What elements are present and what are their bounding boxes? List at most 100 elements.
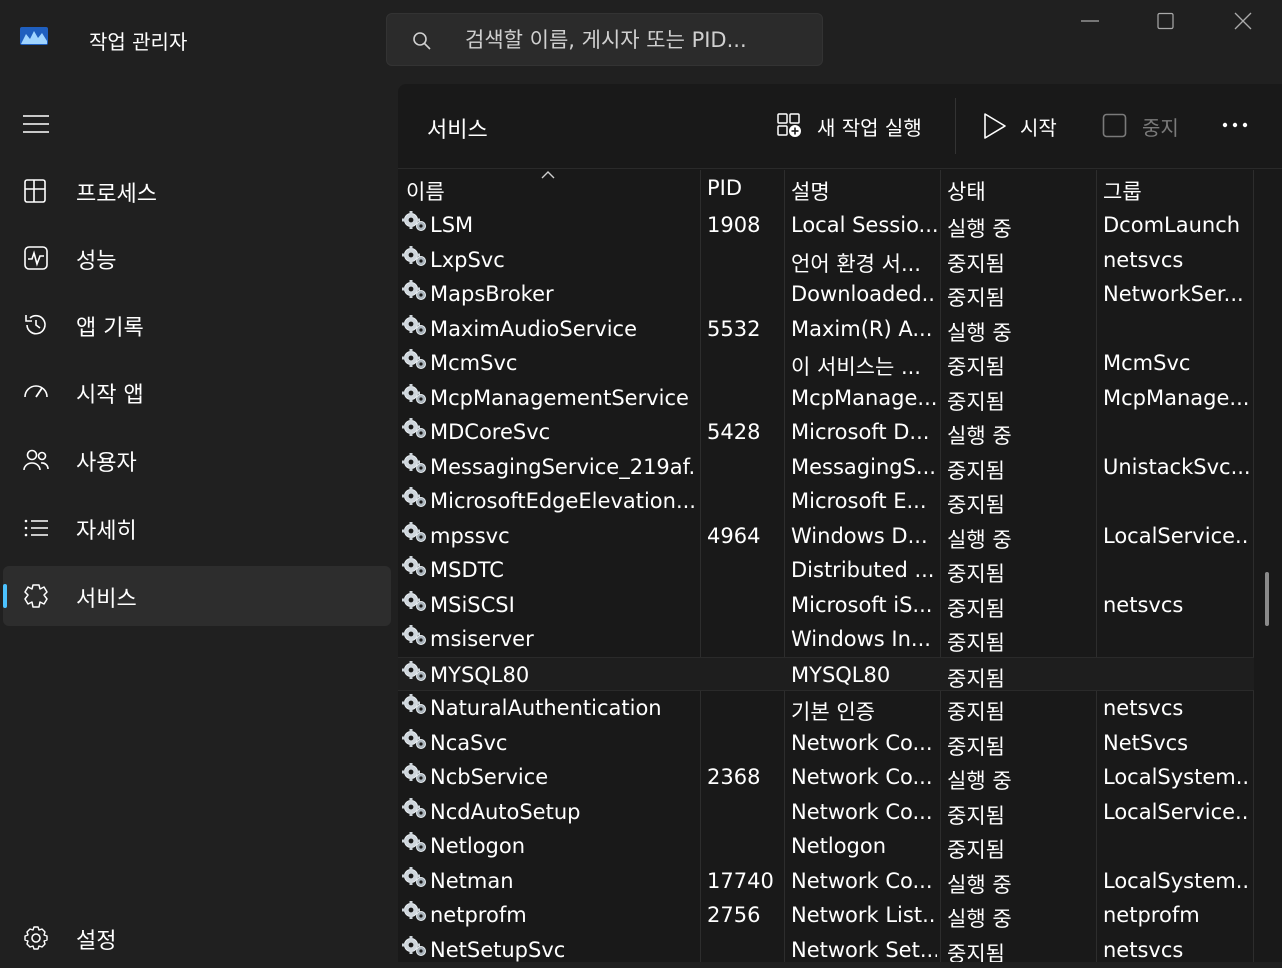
group-cell: UnistackSvc... bbox=[1103, 454, 1249, 479]
sidebar-item-label: 자세히 bbox=[76, 519, 137, 544]
group-cell: netsvcs bbox=[1103, 247, 1184, 272]
search-box[interactable] bbox=[386, 13, 823, 66]
table-row[interactable]: NaturalAuthentication 기본 인증 중지됨 netsvcs bbox=[398, 691, 1254, 726]
table-row[interactable]: MYSQL80 MYSQL80 중지됨 bbox=[398, 656, 1254, 691]
status-cell: 중지됨 bbox=[947, 803, 1005, 828]
sidebar-item-details[interactable]: 자세히 bbox=[3, 498, 391, 558]
sidebar-item-startup-apps[interactable]: 시작 앱 bbox=[3, 362, 391, 422]
table-row[interactable]: NcbService 2368 Network Co... 실행 중 LocalSyst… bbox=[398, 760, 1254, 795]
close-icon bbox=[1234, 12, 1252, 30]
service-gear-icon bbox=[402, 660, 426, 681]
sidebar-item-users[interactable]: 사용자 bbox=[3, 430, 391, 490]
task-manager-logo-icon bbox=[20, 27, 48, 45]
table-row[interactable]: NetSetupSvc Network Set... 중지됨 netsvcs bbox=[398, 933, 1254, 963]
table-row[interactable]: MapsBroker Downloaded... 중지됨 NetworkSer... bbox=[398, 277, 1254, 312]
status-cell: 실행 중 bbox=[947, 527, 1012, 552]
group-cell: DcomLaunch bbox=[1103, 213, 1241, 237]
service-name-cell: netprofm bbox=[430, 903, 527, 927]
description-cell: Local Sessio... bbox=[791, 213, 937, 237]
sidebar-item-processes[interactable]: 프로세스 bbox=[3, 161, 391, 221]
group-cell: NetworkSer... bbox=[1103, 282, 1244, 306]
processes-icon bbox=[24, 179, 46, 203]
table-row[interactable]: Netlogon Netlogon 중지됨 bbox=[398, 829, 1254, 864]
table-row[interactable]: Netman 17740 Network Co... 실행 중 LocalSystem.… bbox=[398, 864, 1254, 899]
table-row[interactable]: LxpSvc 언어 환경 서... 중지됨 netsvcs bbox=[398, 243, 1254, 278]
pid-cell: 17740 bbox=[707, 868, 774, 893]
table-row[interactable]: MSDTC Distributed ... 중지됨 bbox=[398, 553, 1254, 588]
service-name-cell: McmSvc bbox=[430, 351, 518, 375]
sidebar-item-services[interactable]: 서비스 bbox=[3, 566, 391, 626]
column-header-status[interactable]: 상태 bbox=[941, 170, 1096, 208]
vertical-scrollbar[interactable] bbox=[1265, 572, 1269, 626]
stop-service-label: 중지 bbox=[1142, 116, 1179, 140]
group-cell: netprofm bbox=[1103, 903, 1200, 927]
sidebar-item-app-history[interactable]: 앱 기록 bbox=[3, 295, 391, 355]
status-cell: 실행 중 bbox=[947, 872, 1012, 897]
table-row[interactable]: MSiSCSI Microsoft iS... 중지됨 netsvcs bbox=[398, 588, 1254, 623]
maximize-button[interactable] bbox=[1128, 0, 1204, 44]
sidebar-item-settings[interactable]: 설정 bbox=[3, 908, 391, 968]
stop-service-button[interactable]: 중지 bbox=[1102, 106, 1192, 146]
table-row[interactable]: MDCoreSvc 5428 Microsoft D... 실행 중 bbox=[398, 415, 1254, 450]
column-header-description[interactable]: 설명 bbox=[785, 170, 940, 208]
table-row[interactable]: MaximAudioService 5532 Maxim(R) A... 실행 중 bbox=[398, 312, 1254, 347]
status-cell: 중지됨 bbox=[947, 355, 1005, 379]
status-cell: 중지됨 bbox=[947, 631, 1005, 655]
service-name-cell: Netlogon bbox=[430, 834, 526, 858]
table-row[interactable]: LSM 1908 Local Sessio... 실행 중 DcomLaunch bbox=[398, 208, 1254, 243]
minimize-icon bbox=[1081, 20, 1099, 22]
services-table: 이름 PID 설명 상태 그룹 LSM 1908 Local Sessio... 실행… bbox=[398, 170, 1282, 962]
stop-icon bbox=[1102, 113, 1127, 138]
table-row[interactable]: McpManagementService McpManage... 중지됨 McpMa… bbox=[398, 381, 1254, 416]
start-service-button[interactable]: 시작 bbox=[982, 106, 1072, 146]
service-gear-icon bbox=[402, 383, 426, 404]
description-cell: Microsoft D... bbox=[791, 420, 930, 444]
service-gear-icon bbox=[402, 832, 426, 852]
service-gear-icon bbox=[402, 728, 426, 749]
table-row[interactable]: McmSvc 이 서비스는 ... 중지됨 McmSvc bbox=[398, 346, 1254, 381]
service-gear-icon bbox=[402, 452, 426, 473]
minimize-button[interactable] bbox=[1052, 0, 1128, 44]
status-cell: 중지됨 bbox=[947, 458, 1005, 483]
group-cell: LocalSystem... bbox=[1103, 868, 1249, 893]
more-options-button[interactable] bbox=[1220, 106, 1260, 146]
status-cell: 실행 중 bbox=[947, 320, 1012, 345]
run-new-task-button[interactable]: 새 작업 실행 bbox=[776, 106, 936, 146]
sidebar-item-label: 사용자 bbox=[76, 451, 137, 476]
column-header-name[interactable]: 이름 bbox=[398, 170, 700, 208]
service-gear-icon bbox=[402, 935, 426, 956]
column-header-pid[interactable]: PID bbox=[701, 170, 784, 208]
menu-toggle-button[interactable] bbox=[8, 102, 64, 146]
sidebar-item-performance[interactable]: 성능 bbox=[3, 228, 391, 288]
search-input[interactable] bbox=[465, 14, 805, 65]
pid-cell: 4964 bbox=[707, 523, 761, 548]
table-row[interactable]: MicrosoftEdgeElevation... Microsoft E... 중… bbox=[398, 484, 1254, 519]
hamburger-icon bbox=[23, 115, 49, 133]
status-cell: 중지됨 bbox=[947, 251, 1005, 276]
services-panel: 서비스 새 작업 실행 시작 중지 이름 PID 설명 상태 그룹 LSM 19… bbox=[398, 84, 1282, 962]
status-cell: 실행 중 bbox=[947, 217, 1012, 241]
table-row[interactable]: msiserver Windows In... 중지됨 bbox=[398, 622, 1254, 657]
table-row[interactable]: NcdAutoSetup Network Co... 중지됨 LocalService… bbox=[398, 795, 1254, 830]
sort-ascending-icon bbox=[541, 171, 555, 179]
table-row[interactable]: mpssvc 4964 Windows D... 실행 중 LocalService..… bbox=[398, 519, 1254, 554]
toolbar: 서비스 새 작업 실행 시작 중지 bbox=[398, 84, 1282, 169]
status-cell: 실행 중 bbox=[947, 769, 1012, 793]
startup-icon bbox=[24, 385, 48, 398]
settings-label: 설정 bbox=[76, 929, 117, 954]
status-cell: 중지됨 bbox=[947, 941, 1005, 963]
service-name-cell: NcbService bbox=[430, 765, 549, 789]
close-button[interactable] bbox=[1205, 0, 1281, 44]
description-cell: Network Co... bbox=[791, 765, 933, 789]
description-cell: Network Co... bbox=[791, 730, 933, 755]
service-name-cell: MYSQL80 bbox=[430, 662, 530, 687]
sidebar-item-label: 서비스 bbox=[76, 587, 137, 612]
status-cell: 실행 중 bbox=[947, 907, 1012, 931]
table-row[interactable]: netprofm 2756 Network List... 실행 중 netprofm bbox=[398, 898, 1254, 933]
table-row[interactable]: NcaSvc Network Co... 중지됨 NetSvcs bbox=[398, 726, 1254, 761]
description-cell: Microsoft E... bbox=[791, 489, 927, 513]
column-header-group[interactable]: 그룹 bbox=[1097, 170, 1253, 208]
table-row[interactable]: MessagingService_219af... MessagingS... 중지… bbox=[398, 450, 1254, 485]
description-cell: 기본 인증 bbox=[791, 700, 875, 724]
table-header: 이름 PID 설명 상태 그룹 bbox=[398, 170, 1254, 208]
